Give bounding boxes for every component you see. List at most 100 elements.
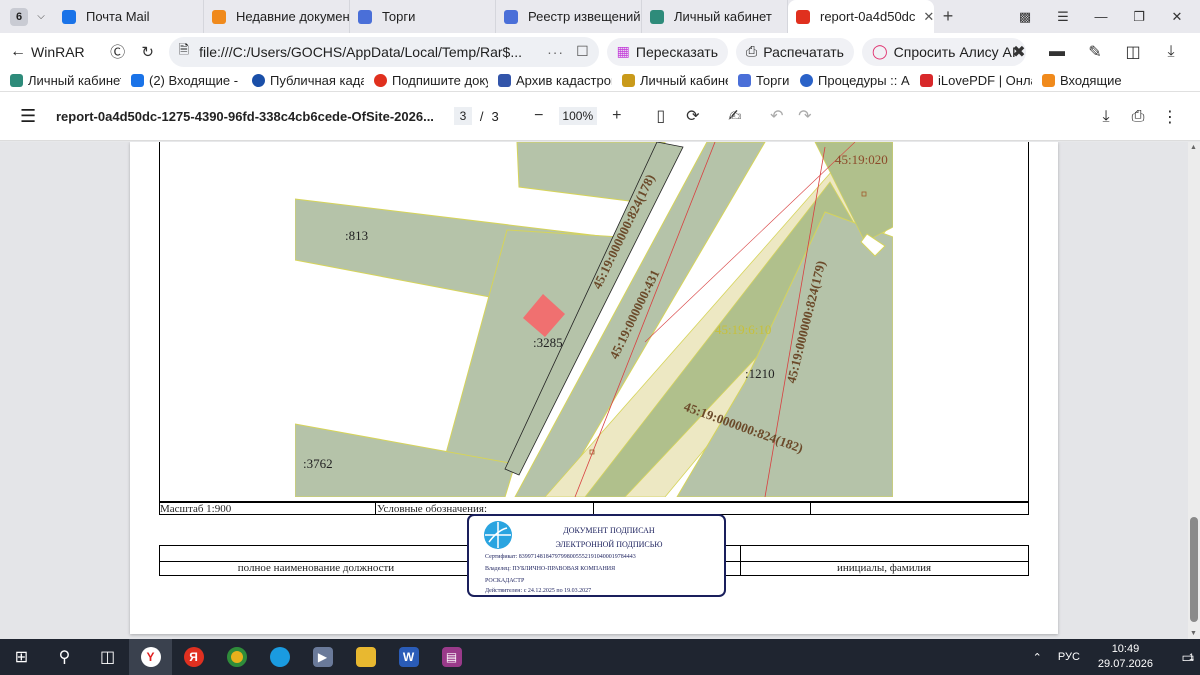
bookmark-item[interactable]: Подпишите доку bbox=[374, 73, 488, 88]
stamp-validity: Действителен: с 24.12.2025 по 19.03.2027 bbox=[485, 588, 592, 594]
scroll-thumb[interactable] bbox=[1190, 517, 1198, 622]
collections-icon[interactable]: ✖ bbox=[1000, 42, 1038, 62]
parcel-label: :3762 bbox=[303, 456, 333, 471]
yandex-app[interactable]: Я bbox=[172, 639, 215, 675]
pdf-viewer[interactable]: :813 :3285 :3762 :1210 45:19:020 45:19:6… bbox=[0, 142, 1188, 639]
docs-favicon-icon bbox=[212, 9, 226, 24]
bookmark-label: Личный кабинет bbox=[28, 73, 121, 88]
cabinet-gold-bookmark-icon bbox=[622, 74, 635, 87]
more-options-icon[interactable]: ⋮ bbox=[1154, 107, 1186, 127]
close-tab-icon[interactable]: ✕ bbox=[923, 9, 934, 25]
chrome-icon bbox=[226, 647, 247, 667]
bookmark-item[interactable]: Торги bbox=[738, 73, 790, 88]
tab-recent-docs[interactable]: Недавние документ bbox=[204, 0, 350, 33]
minimize-icon[interactable]: — bbox=[1082, 9, 1120, 24]
reload-icon[interactable]: ↻ bbox=[133, 43, 163, 61]
folder-icon bbox=[355, 647, 376, 667]
vertical-scrollbar[interactable]: ▲ ▼ bbox=[1188, 142, 1200, 639]
winrar-icon: ▤ bbox=[441, 647, 462, 667]
tab-torgi[interactable]: Торги bbox=[350, 0, 496, 33]
bookmark-item[interactable]: (2) Входящие - Пс bbox=[131, 73, 242, 88]
downloads-icon[interactable]: ⤓ bbox=[1152, 43, 1190, 61]
search-icon[interactable]: ⚲ bbox=[43, 639, 86, 675]
procedures-bookmark-icon bbox=[800, 74, 813, 87]
rotate-icon[interactable]: ⟳ bbox=[679, 106, 707, 126]
bookmark-item[interactable]: Архив кадастрові bbox=[498, 73, 612, 88]
retell-button[interactable]: ▦ Пересказать bbox=[606, 37, 728, 66]
page-number-input[interactable]: 3 bbox=[453, 107, 472, 125]
notification-count: 1 bbox=[1188, 652, 1194, 662]
bookmark-label: Архив кадастрові bbox=[516, 73, 612, 88]
fit-page-icon[interactable]: ▯ bbox=[647, 106, 675, 126]
yandex-logo-icon[interactable]: Ⓒ bbox=[103, 41, 133, 62]
local-file-icon: 🗎 bbox=[178, 41, 190, 57]
ask-alice-label: Спросить Алису AI bbox=[893, 43, 1016, 60]
back-button[interactable]: ← WinRAR bbox=[10, 43, 85, 61]
bookmark-item[interactable]: Личный кабинет bbox=[10, 73, 121, 88]
bookmark-label: Процедуры :: Акт bbox=[818, 73, 910, 88]
zoom-out-icon[interactable]: − bbox=[525, 107, 553, 125]
bookmark-item[interactable]: Процедуры :: Акт bbox=[800, 73, 910, 88]
print-pdf-icon[interactable]: ⎙ bbox=[1122, 108, 1154, 126]
close-window-icon[interactable]: ✕ bbox=[1158, 9, 1196, 25]
winrar-app[interactable]: ▤ bbox=[430, 639, 473, 675]
bookmark-label: Публичная кадас bbox=[270, 73, 364, 88]
clock[interactable]: 10:49 29.07.2026 bbox=[1098, 642, 1153, 672]
undo-icon[interactable]: ↶ bbox=[763, 106, 791, 126]
rosreestr-logo-icon bbox=[484, 521, 512, 549]
pdf-favicon-icon bbox=[796, 9, 810, 24]
extensions-icon[interactable]: ✎ bbox=[1076, 42, 1114, 62]
language-indicator[interactable]: РУС bbox=[1058, 651, 1080, 663]
tab-registry[interactable]: Реестр извещений bbox=[496, 0, 642, 33]
stamp-title: ДОКУМЕНТ ПОДПИСАН bbox=[563, 526, 655, 535]
menu-icon[interactable]: ☰ bbox=[1044, 9, 1082, 25]
hat-icon[interactable]: ▬ bbox=[1038, 43, 1076, 61]
new-tab-button[interactable]: + bbox=[934, 6, 962, 27]
media-player-app[interactable]: ▶ bbox=[301, 639, 344, 675]
start-icon[interactable]: ⊞ bbox=[0, 639, 43, 675]
inbox-bookmark-icon bbox=[1042, 74, 1055, 87]
ilovepdf-bookmark-icon bbox=[920, 74, 933, 87]
scale-row: Масштаб 1:900 Условные обозначения: bbox=[159, 501, 1029, 515]
zoom-level[interactable]: 100% bbox=[558, 107, 597, 125]
media-player-icon: ▶ bbox=[312, 647, 333, 667]
screenshot-icon[interactable]: ◫ bbox=[1114, 42, 1152, 62]
tab-count-badge[interactable]: 6 bbox=[10, 7, 28, 26]
bookmark-item[interactable]: Публичная кадас bbox=[252, 73, 364, 88]
stamp-subtitle: ЭЛЕКТРОННОЙ ПОДПИСЬЮ bbox=[555, 540, 663, 549]
download-icon[interactable]: ⤓ bbox=[1090, 108, 1122, 126]
task-view-icon[interactable]: ◫ bbox=[86, 639, 129, 675]
sidebar-menu-icon[interactable]: ☰ bbox=[20, 106, 40, 127]
tab-mail[interactable]: Почта Mail bbox=[54, 0, 204, 33]
url-field[interactable]: 🗎 file:///C:/Users/GOCHS/AppData/Local/T… bbox=[168, 36, 599, 67]
parcel-label: 45:19:020 bbox=[835, 152, 888, 167]
empty-cell bbox=[810, 503, 1027, 515]
more-dots-icon[interactable]: ··· bbox=[547, 44, 564, 60]
draw-icon[interactable]: ✍ bbox=[721, 106, 749, 126]
yandex-browser-app[interactable]: Y bbox=[129, 639, 172, 675]
bookmark-icon[interactable]: ☐ bbox=[576, 43, 589, 60]
bookmark-item[interactable]: Личный кабинет bbox=[622, 73, 728, 88]
tab-manager-icon[interactable]: ▩ bbox=[1006, 9, 1044, 25]
file-explorer-app[interactable] bbox=[344, 639, 387, 675]
scroll-down-icon[interactable]: ▼ bbox=[1190, 630, 1197, 637]
e-signature-stamp: ДОКУМЕНТ ПОДПИСАН ЭЛЕКТРОННОЙ ПОДПИСЬЮ С… bbox=[467, 514, 726, 597]
notification-center-icon[interactable]: ▭ bbox=[1173, 649, 1200, 666]
bookmark-item[interactable]: Входящие bbox=[1042, 73, 1122, 88]
chrome-app[interactable] bbox=[215, 639, 258, 675]
stamp-owner: Владелец: ПУБЛИЧНО-ПРАВОВАЯ КОМПАНИЯ bbox=[485, 566, 616, 572]
scroll-up-icon[interactable]: ▲ bbox=[1190, 144, 1197, 151]
tray-expand-icon[interactable]: ⌃ bbox=[1033, 651, 1042, 664]
redo-icon[interactable]: ↷ bbox=[791, 106, 819, 126]
word-app[interactable]: W bbox=[387, 639, 430, 675]
edge-app[interactable] bbox=[258, 639, 301, 675]
print-button[interactable]: ⎙ Распечатать bbox=[736, 37, 854, 66]
tab-cabinet[interactable]: Личный кабинет bbox=[642, 0, 788, 33]
restore-icon[interactable]: ❐ bbox=[1120, 9, 1158, 25]
tab-report-active[interactable]: report-0a4d50dc ✕ bbox=[788, 0, 934, 33]
tab-list-chevron-icon[interactable]: ⌵ bbox=[28, 11, 54, 22]
bookmark-item[interactable]: iLovePDF | Онлайі bbox=[920, 73, 1032, 88]
tab-label: Торги bbox=[382, 9, 416, 24]
zoom-in-icon[interactable]: + bbox=[603, 107, 631, 125]
mail-favicon-icon bbox=[62, 9, 76, 24]
